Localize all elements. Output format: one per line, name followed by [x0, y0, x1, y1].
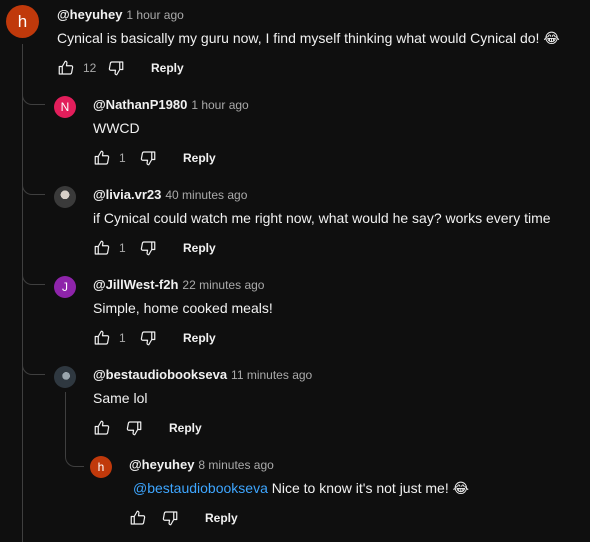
avatar[interactable] — [54, 186, 76, 208]
comment-author[interactable]: @heyuhey — [57, 7, 122, 22]
thread-line — [22, 44, 23, 542]
thread-line — [65, 392, 66, 442]
comment-actions: 1 Reply — [93, 328, 216, 348]
thread-connector — [22, 260, 45, 285]
comment-time[interactable]: 1 hour ago — [126, 8, 183, 22]
like-count: 1 — [119, 331, 126, 345]
comment-header: @JillWest-f2h 22 minutes ago — [93, 277, 264, 292]
dislike-icon[interactable] — [125, 419, 143, 437]
like-icon[interactable] — [93, 149, 111, 167]
dislike-icon[interactable] — [107, 59, 125, 77]
thread-connector — [22, 80, 45, 105]
like-icon[interactable] — [93, 329, 111, 347]
comment-time[interactable]: 11 minutes ago — [231, 368, 312, 382]
like-icon[interactable] — [93, 239, 111, 257]
like-count: 1 — [119, 241, 126, 255]
dislike-icon[interactable] — [161, 509, 179, 527]
mention-link[interactable]: @bestaudiobookseva — [133, 480, 268, 496]
reply-button[interactable]: Reply — [183, 331, 216, 345]
comment-header: @bestaudiobookseva 11 minutes ago — [93, 367, 312, 382]
comment-actions: 1 Reply — [93, 238, 216, 258]
comment-time[interactable]: 40 minutes ago — [165, 188, 247, 202]
dislike-icon[interactable] — [139, 239, 157, 257]
avatar[interactable] — [54, 366, 76, 388]
avatar-letter: N — [60, 100, 70, 114]
dislike-icon[interactable] — [139, 149, 157, 167]
like-count: 1 — [119, 151, 126, 165]
avatar[interactable]: h — [6, 5, 39, 38]
comment-text: Cynical is basically my guru now, I find… — [57, 30, 560, 46]
avatar[interactable]: J — [54, 276, 76, 298]
comment-header: @NathanP1980 1 hour ago — [93, 97, 249, 112]
avatar-letter: h — [17, 11, 28, 31]
comment-text: if Cynical could watch me right now, wha… — [93, 210, 551, 226]
like-icon[interactable] — [93, 419, 111, 437]
like-count: 12 — [83, 61, 97, 75]
comment-header: @livia.vr23 40 minutes ago — [93, 187, 247, 202]
comment-text: WWCD — [93, 120, 140, 136]
reply-button[interactable]: Reply — [183, 241, 216, 255]
comment-body: Nice to know it's not just me! 😂 — [267, 480, 469, 496]
reply-button[interactable]: Reply — [151, 61, 184, 75]
reply-button[interactable]: Reply — [169, 421, 202, 435]
avatar[interactable]: N — [54, 96, 76, 118]
comment-actions: Reply — [93, 418, 202, 438]
avatar[interactable]: h — [90, 456, 112, 478]
comment-time[interactable]: 22 minutes ago — [182, 278, 264, 292]
comment-author[interactable]: @NathanP1980 — [93, 97, 187, 112]
reply-button[interactable]: Reply — [205, 511, 238, 525]
comment-author[interactable]: @livia.vr23 — [93, 187, 161, 202]
comment-actions: 1 Reply — [93, 148, 216, 168]
comment-time[interactable]: 8 minutes ago — [198, 458, 273, 472]
dislike-icon[interactable] — [139, 329, 157, 347]
comment-time[interactable]: 1 hour ago — [191, 98, 248, 112]
avatar-letter: J — [62, 280, 68, 294]
like-icon[interactable] — [129, 509, 147, 527]
comment-author[interactable]: @JillWest-f2h — [93, 277, 178, 292]
comment-text: @bestaudiobookseva Nice to know it's not… — [133, 480, 469, 497]
comment-text: Same lol — [93, 390, 148, 406]
comment-actions: 12 Reply — [57, 58, 184, 78]
thread-connector — [65, 442, 84, 467]
comment-author[interactable]: @heyuhey — [129, 457, 194, 472]
reply-button[interactable]: Reply — [183, 151, 216, 165]
comment-header: @heyuhey 1 hour ago — [57, 7, 184, 22]
comment-text: Simple, home cooked meals! — [93, 300, 273, 316]
comment-author[interactable]: @bestaudiobookseva — [93, 367, 227, 382]
like-icon[interactable] — [57, 59, 75, 77]
comment-header: @heyuhey 8 minutes ago — [129, 457, 274, 472]
comment-actions: Reply — [129, 508, 238, 528]
thread-connector — [22, 170, 45, 195]
avatar-letter: h — [97, 460, 105, 474]
thread-connector — [22, 350, 45, 375]
